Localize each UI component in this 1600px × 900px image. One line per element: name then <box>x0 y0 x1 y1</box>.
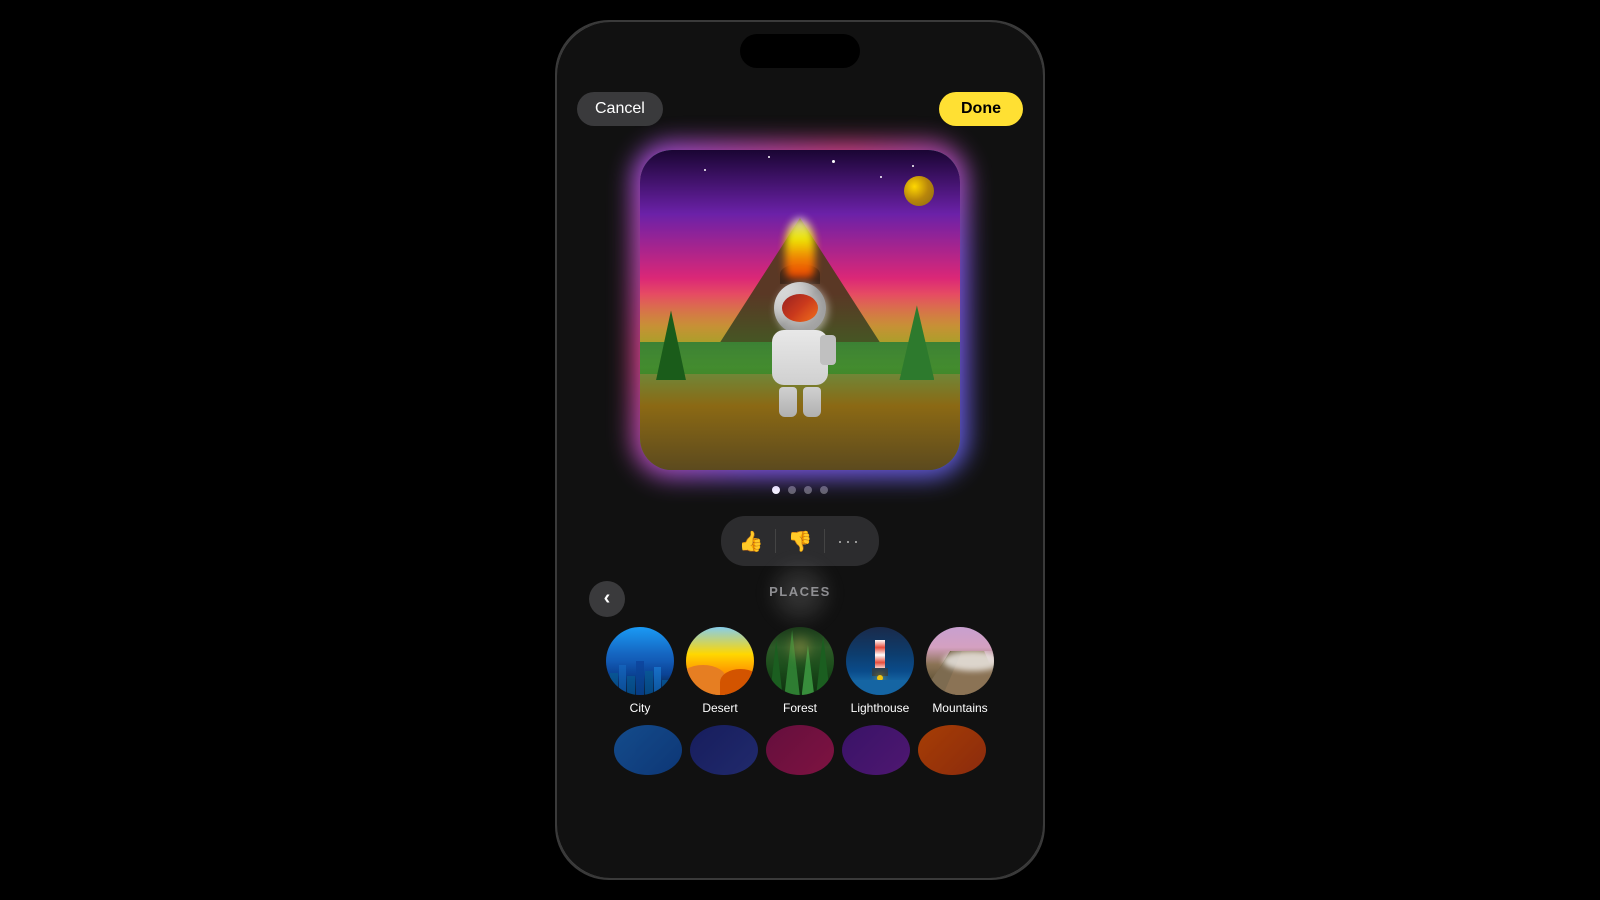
place-thumb-extra-1[interactable] <box>614 725 682 775</box>
done-button[interactable]: Done <box>939 92 1023 126</box>
place-label-desert: Desert <box>702 701 737 715</box>
lighthouse-water <box>846 680 914 695</box>
dune-2 <box>720 669 754 695</box>
image-area <box>557 140 1043 494</box>
thumbs-up-button[interactable]: 👍 <box>727 520 775 562</box>
astronaut-helmet <box>774 282 826 334</box>
place-item-city[interactable]: City <box>604 627 676 715</box>
cancel-button[interactable]: Cancel <box>577 92 663 126</box>
building-7 <box>662 680 670 695</box>
place-item-lighthouse[interactable]: Lighthouse <box>844 627 916 715</box>
places-section: ‹ PLACES <box>557 584 1043 775</box>
place-label-forest: Forest <box>783 701 817 715</box>
mountain-peaks <box>926 651 994 695</box>
forest-tree-4 <box>816 635 830 695</box>
main-image <box>640 150 960 470</box>
action-bar: 👍 👎 ··· <box>721 516 879 566</box>
place-item-forest[interactable]: Forest <box>764 627 836 715</box>
desert-dunes <box>686 658 754 695</box>
place-thumb-extra-5[interactable] <box>918 725 986 775</box>
place-thumb-mountains <box>926 627 994 695</box>
pagination-dots <box>772 486 828 494</box>
building-4 <box>636 661 644 695</box>
dynamic-island <box>740 34 860 68</box>
phone-frame: Cancel Done <box>555 20 1045 880</box>
building-5 <box>645 671 653 695</box>
astronaut <box>760 282 840 412</box>
top-bar: Cancel Done <box>557 82 1043 140</box>
back-button[interactable]: ‹ <box>589 581 625 617</box>
more-options-button[interactable]: ··· <box>825 520 873 562</box>
dot-2[interactable] <box>788 486 796 494</box>
astronaut-leg-right <box>803 387 821 417</box>
phone-screen: Cancel Done <box>557 22 1043 878</box>
place-label-lighthouse: Lighthouse <box>851 701 910 715</box>
planet <box>904 176 934 206</box>
main-image-wrapper <box>640 150 960 470</box>
eruption <box>785 218 815 278</box>
thumbs-down-icon: 👎 <box>788 529 813 554</box>
building-3 <box>627 676 635 695</box>
place-item-mountains[interactable]: Mountains <box>924 627 996 715</box>
building-6 <box>654 667 662 695</box>
blur-decoration <box>770 563 830 623</box>
scene <box>640 150 960 470</box>
dot-3[interactable] <box>804 486 812 494</box>
thumbs-down-button[interactable]: 👎 <box>776 520 824 562</box>
place-thumb-desert <box>686 627 754 695</box>
more-icon: ··· <box>837 531 861 552</box>
lighthouse-tower <box>875 640 885 670</box>
astronaut-body <box>772 330 828 385</box>
place-thumb-forest <box>766 627 834 695</box>
forest-tree-1 <box>770 640 782 695</box>
building-2 <box>619 665 627 695</box>
chevron-left-icon: ‹ <box>604 587 611 610</box>
place-item-desert[interactable]: Desert <box>684 627 756 715</box>
forest-light <box>790 637 810 657</box>
place-thumb-extra-2[interactable] <box>690 725 758 775</box>
astronaut-pack <box>820 335 836 365</box>
place-label-mountains: Mountains <box>932 701 987 715</box>
building-1 <box>610 673 618 695</box>
power-button <box>1043 242 1045 332</box>
astronaut-legs <box>760 387 840 417</box>
places-grid: City Desert <box>573 627 1027 715</box>
city-buildings <box>606 658 674 695</box>
lighthouse-structure <box>872 640 888 681</box>
place-thumb-extra-4[interactable] <box>842 725 910 775</box>
mountain-snow <box>943 651 994 671</box>
astronaut-visor <box>782 294 818 322</box>
places-grid-bottom <box>573 725 1027 775</box>
astronaut-leg-left <box>779 387 797 417</box>
thumbs-up-icon: 👍 <box>739 529 764 554</box>
place-thumb-extra-3[interactable] <box>766 725 834 775</box>
places-header: ‹ PLACES <box>573 584 1027 613</box>
place-thumb-city <box>606 627 674 695</box>
dot-4[interactable] <box>820 486 828 494</box>
place-thumb-lighthouse <box>846 627 914 695</box>
place-label-city: City <box>630 701 651 715</box>
dot-1[interactable] <box>772 486 780 494</box>
